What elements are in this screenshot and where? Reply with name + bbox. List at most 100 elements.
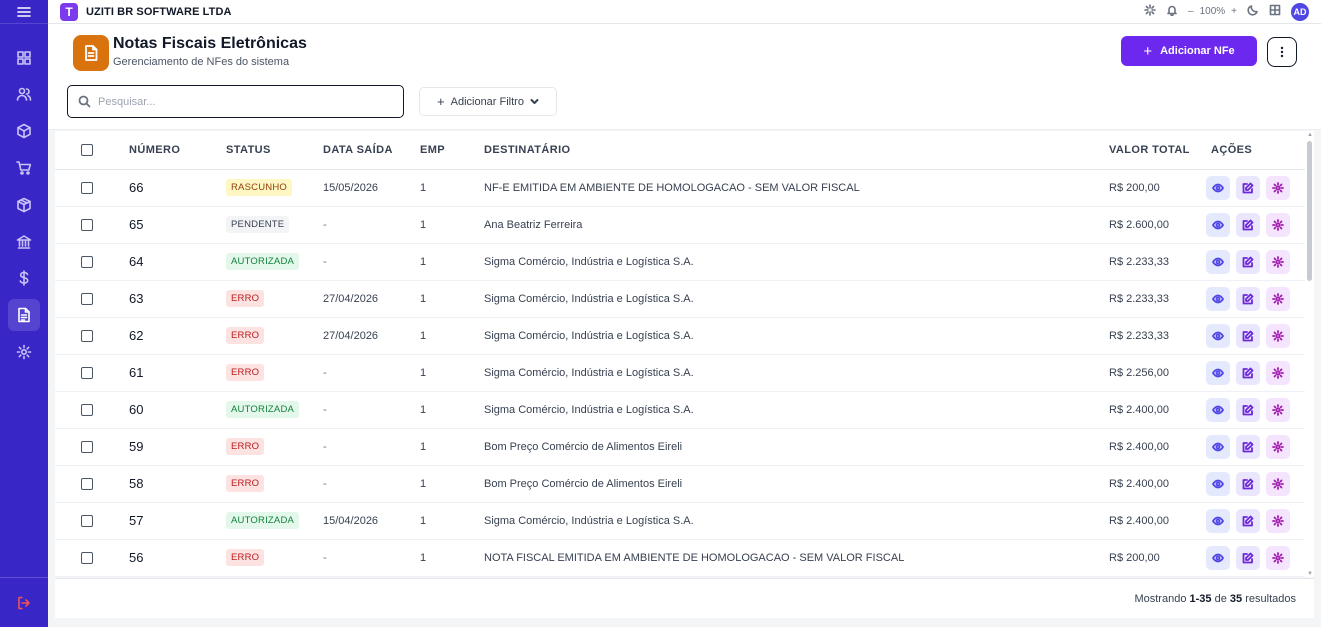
row-checkbox[interactable] [81,403,93,416]
row-settings-button[interactable] [1266,471,1290,496]
dashboard-icon [17,51,31,65]
column-header-valor-total[interactable]: VALOR TOTAL [1109,131,1206,169]
scroll-down-arrow[interactable]: ▼ [1306,570,1314,578]
column-header-emp[interactable]: EMP [420,131,484,169]
view-button[interactable] [1206,545,1230,570]
view-button[interactable] [1206,360,1230,385]
row-select-cell [55,391,129,428]
edit-button[interactable] [1236,360,1260,385]
sidebar-item-users[interactable] [8,78,40,110]
cell-valor-total: R$ 2.400,00 [1109,477,1169,490]
sidebar-item-products[interactable] [8,115,40,147]
edit-button[interactable] [1236,212,1260,237]
apps-button[interactable] [1269,4,1281,19]
row-settings-button[interactable] [1266,175,1290,200]
view-button[interactable] [1206,212,1230,237]
view-button[interactable] [1206,249,1230,274]
row-checkbox[interactable] [81,181,93,194]
row-settings-button[interactable] [1266,397,1290,422]
cell-valor-total: R$ 2.400,00 [1109,403,1169,416]
cell-valor-total: R$ 2.400,00 [1109,514,1169,527]
zoom-in-button[interactable]: + [1231,6,1237,17]
row-checkbox[interactable] [81,366,93,379]
sidebar-divider [0,577,48,578]
table-row[interactable]: 64 AUTORIZADA - 1 Sigma Comércio, Indústria … [55,243,1305,280]
add-nfe-button[interactable]: + Adicionar NFe [1121,36,1257,66]
row-settings-button[interactable] [1266,286,1290,311]
zoom-level: 100% [1199,6,1226,17]
row-settings-button[interactable] [1266,545,1290,570]
view-button[interactable] [1206,323,1230,348]
theme-effects-button[interactable] [1144,4,1156,19]
edit-button[interactable] [1236,286,1260,311]
table-row[interactable]: 62 ERRO 27/04/2026 1 Sigma Comércio, Indústr… [55,317,1305,354]
more-options-button[interactable] [1267,37,1297,67]
row-checkbox[interactable] [81,440,93,453]
row-actions [1206,545,1305,570]
row-checkbox[interactable] [81,477,93,490]
add-filter-button[interactable]: + Adicionar Filtro [419,87,557,116]
menu-toggle[interactable] [0,0,48,24]
table-row[interactable]: 56 ERRO - 1 NOTA FISCAL EMITIDA EM AMBIENTE … [55,539,1305,576]
table-row[interactable]: 60 AUTORIZADA - 1 Sigma Comércio, Indústria … [55,391,1305,428]
row-settings-button[interactable] [1266,508,1290,533]
column-header-status[interactable]: STATUS [226,131,323,169]
table-scrollbar-thumb[interactable] [1307,141,1312,281]
edit-button[interactable] [1236,545,1260,570]
row-checkbox[interactable] [81,329,93,342]
edit-button[interactable] [1236,323,1260,348]
row-settings-button[interactable] [1266,434,1290,459]
view-button[interactable] [1206,508,1230,533]
edit-button[interactable] [1236,397,1260,422]
edit-button[interactable] [1236,249,1260,274]
search-input[interactable] [98,95,388,108]
logout-button[interactable] [8,587,40,619]
row-settings-button[interactable] [1266,249,1290,274]
select-all-checkbox[interactable] [81,143,93,156]
row-checkbox[interactable] [81,255,93,268]
row-settings-button[interactable] [1266,360,1290,385]
edit-button[interactable] [1236,471,1260,496]
edit-icon [1242,293,1254,304]
column-header-destinatario[interactable]: DESTINATÁRIO [484,131,1109,169]
table-row[interactable]: 66 RASCUNHO 15/05/2026 1 NF-E EMITIDA EM AMB… [55,169,1305,206]
sidebar-item-stock[interactable] [8,189,40,221]
sidebar-item-finance[interactable] [8,226,40,258]
sidebar-item-billing[interactable] [8,262,40,294]
sidebar-item-nfe[interactable] [8,299,40,331]
row-select-cell [55,243,129,280]
column-header-numero[interactable]: NÚMERO [129,131,226,169]
row-settings-button[interactable] [1266,323,1290,348]
user-avatar[interactable]: AD [1291,2,1309,21]
row-checkbox[interactable] [81,514,93,527]
edit-button[interactable] [1236,175,1260,200]
cell-data-saida: 27/04/2026 [323,329,379,342]
edit-button[interactable] [1236,434,1260,459]
table-row[interactable]: 61 ERRO - 1 Sigma Comércio, Indústria e Logí… [55,354,1305,391]
status-badge: ERRO [226,438,265,455]
view-button[interactable] [1206,471,1230,496]
view-button[interactable] [1206,286,1230,311]
theme-toggle-button[interactable] [1247,4,1259,19]
sidebar-item-sales[interactable] [8,152,40,184]
cell-data-saida: - [323,440,327,453]
row-checkbox[interactable] [81,551,93,564]
row-checkbox[interactable] [81,292,93,305]
row-settings-button[interactable] [1266,212,1290,237]
view-button[interactable] [1206,434,1230,459]
table-row[interactable]: 63 ERRO 27/04/2026 1 Sigma Comércio, Indústr… [55,280,1305,317]
table-row[interactable]: 58 ERRO - 1 Bom Preço Comércio de Alimentos … [55,465,1305,502]
view-button[interactable] [1206,175,1230,200]
zoom-out-button[interactable]: – [1188,6,1194,17]
view-button[interactable] [1206,397,1230,422]
edit-button[interactable] [1236,508,1260,533]
sidebar-item-settings[interactable] [8,336,40,368]
table-row[interactable]: 57 AUTORIZADA 15/04/2026 1 Sigma Comércio, I… [55,502,1305,539]
table-row[interactable]: 65 PENDENTE - 1 Ana Beatriz Ferreira R$ 2.600… [55,206,1305,243]
scroll-up-arrow[interactable]: ▲ [1306,131,1314,139]
sidebar-item-dashboard[interactable] [8,42,40,74]
table-row[interactable]: 59 ERRO - 1 Bom Preço Comércio de Alimentos … [55,428,1305,465]
column-header-data-saida[interactable]: DATA SAÍDA [323,131,420,169]
notifications-button[interactable] [1166,4,1178,19]
row-checkbox[interactable] [81,218,93,231]
